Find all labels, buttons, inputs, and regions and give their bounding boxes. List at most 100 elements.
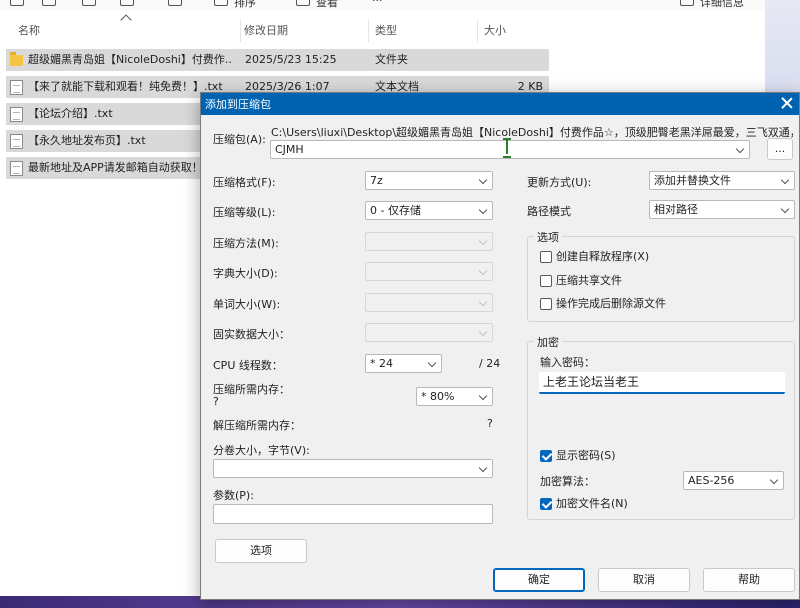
new-item-icon[interactable] <box>10 0 24 6</box>
password-label: 输入密码： <box>540 356 595 369</box>
update-mode-value: 添加并替换文件 <box>654 174 731 187</box>
archive-name-value: CJMH <box>275 143 304 156</box>
browse-button[interactable]: ... <box>767 138 793 160</box>
details-button[interactable]: 详细信息 <box>700 0 744 10</box>
file-row[interactable]: 超级媚黑青岛姐【NicoleDoshi】付费作... 2025/5/23 15:… <box>6 49 549 71</box>
solid-size-label: 固实数据大小： <box>213 328 290 341</box>
format-select[interactable]: 7z <box>365 171 493 190</box>
show-password-checkbox[interactable]: 显示密码(S) <box>540 449 740 465</box>
file-date: 2025/5/23 15:25 <box>245 53 337 66</box>
method-select <box>365 232 493 251</box>
file-row[interactable]: 【论坛介绍】.txt <box>6 103 200 125</box>
sort-button[interactable]: 排序 <box>234 0 256 10</box>
params-input[interactable] <box>213 504 493 524</box>
text-cursor-icon <box>503 138 511 158</box>
update-mode-label: 更新方式(U): <box>527 176 592 189</box>
delete-after-checkbox[interactable]: 操作完成后删除源文件 <box>540 297 780 313</box>
folder-icon <box>10 52 23 66</box>
threads-label: CPU 线程数： <box>213 359 283 372</box>
mem-compress-value: * 80% <box>421 390 455 403</box>
help-button[interactable]: 帮助 <box>703 568 795 592</box>
dialog-titlebar[interactable]: 添加到压缩包 <box>201 93 799 115</box>
path-mode-label: 路径模式 <box>527 205 571 218</box>
chevron-down-icon <box>769 475 779 485</box>
paste-icon[interactable] <box>82 0 96 6</box>
shared-checkbox-label: 压缩共享文件 <box>556 274 622 287</box>
share-icon[interactable] <box>120 0 134 6</box>
delete-icon[interactable] <box>168 0 182 6</box>
level-select[interactable]: 0 - 仅存储 <box>365 201 493 220</box>
cancel-button[interactable]: 取消 <box>598 568 690 592</box>
word-size-label: 单词大小(W): <box>213 298 281 311</box>
file-row[interactable]: 最新地址及APP请发邮箱自动获取！ <box>6 157 200 179</box>
chevron-down-icon <box>478 297 488 307</box>
method-label: 压缩方法(M): <box>213 237 279 250</box>
file-name: 最新地址及APP请发邮箱自动获取！ <box>28 161 200 174</box>
mem-compress-select[interactable]: * 80% <box>416 387 493 406</box>
file-type: 文件夹 <box>375 53 408 66</box>
encryption-method-select[interactable]: AES-256 <box>683 471 784 490</box>
volume-select[interactable] <box>213 459 493 478</box>
checkbox-icon <box>540 251 552 263</box>
column-header-type[interactable]: 类型 <box>369 20 478 42</box>
delete-after-checkbox-label: 操作完成后删除源文件 <box>556 297 666 310</box>
encryption-method-label: 加密算法： <box>540 475 595 488</box>
mem-compress-question: ? <box>213 395 219 408</box>
checkbox-checked-icon <box>540 450 552 462</box>
close-icon[interactable] <box>781 97 793 109</box>
checkbox-icon <box>540 298 552 310</box>
text-file-icon <box>10 161 23 176</box>
chevron-down-icon[interactable] <box>735 144 745 154</box>
solid-size-select <box>365 323 493 342</box>
ok-button[interactable]: 确定 <box>493 568 585 592</box>
chevron-down-icon <box>780 204 790 214</box>
encryption-group-title: 加密 <box>534 334 562 350</box>
threads-value: * 24 <box>370 357 393 370</box>
encrypt-names-checkbox[interactable]: 加密文件名(N) <box>540 497 740 513</box>
level-label: 压缩等级(L): <box>213 206 276 219</box>
dict-size-label: 字典大小(D): <box>213 267 278 280</box>
explorer-toolbar: 排序 查看 ··· 详细信息 <box>0 0 800 10</box>
path-mode-select[interactable]: 相对路径 <box>649 200 795 219</box>
password-input[interactable]: 上老王论坛当老王 <box>539 372 785 394</box>
encrypt-names-label: 加密文件名(N) <box>556 497 628 510</box>
path-mode-value: 相对路径 <box>654 203 698 216</box>
archive-path-text: C:\Users\liuxi\Desktop\超级媚黑青岛姐【NicoleDos… <box>271 126 793 139</box>
chevron-down-icon <box>427 358 437 368</box>
archive-label: 压缩包(A): <box>213 133 266 146</box>
chevron-down-icon <box>478 236 488 246</box>
volume-label: 分卷大小，字节(V): <box>213 444 310 457</box>
threads-max: / 24 <box>479 357 501 370</box>
show-password-label: 显示密码(S) <box>556 449 616 462</box>
shared-checkbox[interactable]: 压缩共享文件 <box>540 274 780 290</box>
more-button[interactable]: ··· <box>372 0 383 7</box>
threads-select[interactable]: * 24 <box>365 354 442 373</box>
text-file-icon <box>10 107 23 122</box>
encryption-group: 加密 输入密码： 上老王论坛当老王 显示密码(S) 加密算法： AES-256 … <box>527 334 795 520</box>
dict-size-select <box>365 262 493 281</box>
checkbox-icon <box>540 275 552 287</box>
sfx-checkbox-label: 创建自释放程序(X) <box>556 250 650 263</box>
view-button[interactable]: 查看 <box>316 0 338 10</box>
encryption-method-value: AES-256 <box>688 474 735 487</box>
word-size-select <box>365 293 493 312</box>
dialog-title: 添加到压缩包 <box>205 98 271 111</box>
details-icon[interactable] <box>680 0 694 6</box>
copy-icon[interactable] <box>42 0 56 6</box>
options-group: 选项 创建自释放程序(X) 压缩共享文件 操作完成后删除源文件 <box>527 229 795 322</box>
file-row[interactable]: 【永久地址发布页】.txt <box>6 130 200 152</box>
sort-icon[interactable] <box>214 0 228 6</box>
column-header-date[interactable]: 修改日期 <box>238 20 369 42</box>
view-icon[interactable] <box>296 0 310 6</box>
format-value: 7z <box>370 174 383 187</box>
column-header-name[interactable]: 名称 <box>12 20 241 42</box>
update-mode-select[interactable]: 添加并替换文件 <box>649 171 795 190</box>
chevron-down-icon <box>478 391 488 401</box>
level-value: 0 - 仅存储 <box>370 204 421 217</box>
column-header-size[interactable]: 大小 <box>478 20 549 42</box>
options-button[interactable]: 选项 <box>215 539 307 563</box>
text-file-icon <box>10 80 23 95</box>
sfx-checkbox[interactable]: 创建自释放程序(X) <box>540 250 780 266</box>
chevron-down-icon <box>478 266 488 276</box>
chevron-down-icon <box>478 463 488 473</box>
